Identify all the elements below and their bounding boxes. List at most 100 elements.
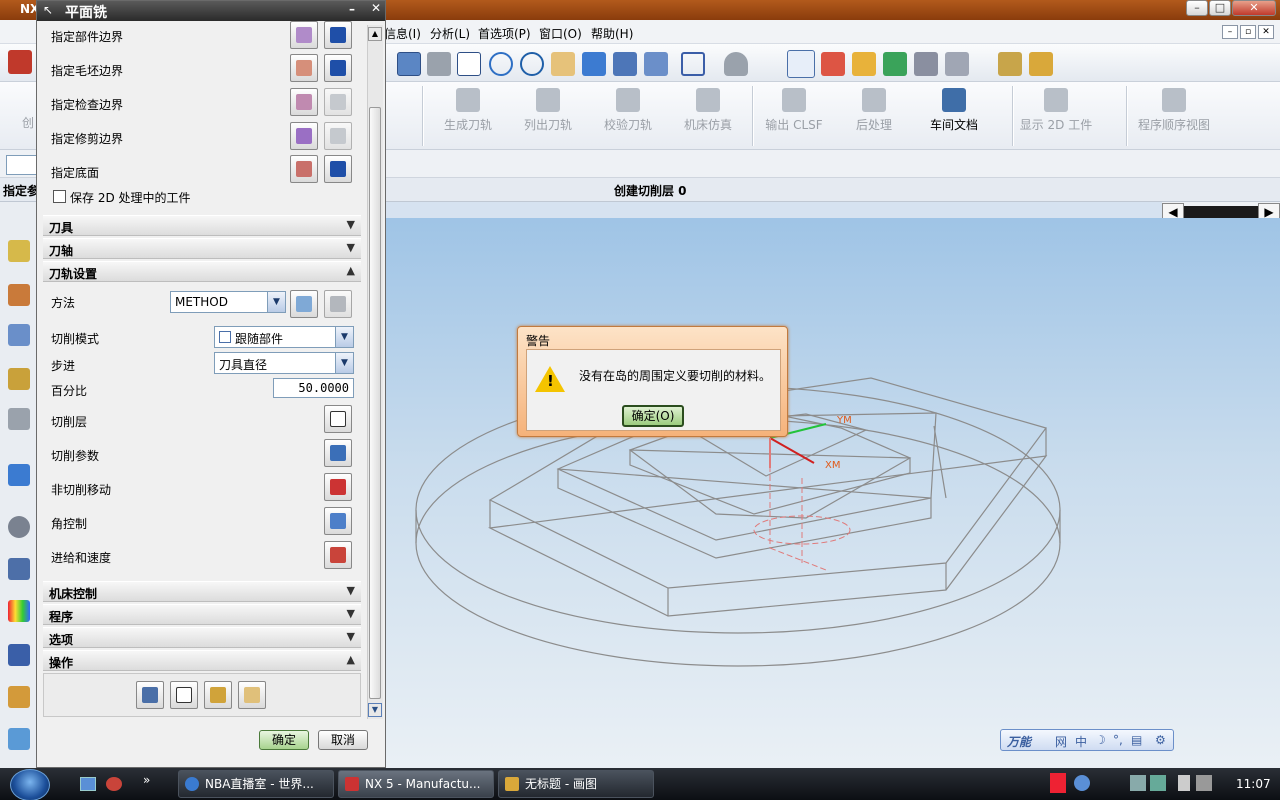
doc-minimize-button[interactable]: –: [1222, 25, 1238, 39]
blank-boundary-button[interactable]: [290, 54, 318, 82]
list-toolpath-button[interactable]: 列出刀轨: [508, 86, 588, 140]
quick-launch-icon[interactable]: [106, 777, 122, 791]
method-select[interactable]: METHOD ▼: [170, 291, 286, 313]
measure-icon[interactable]: [998, 52, 1022, 76]
trim-boundary-button[interactable]: [290, 122, 318, 150]
start-button[interactable]: [10, 769, 50, 800]
feeds-speeds-button[interactable]: [324, 541, 352, 569]
maximize-button[interactable]: □: [1209, 0, 1231, 16]
verify-action-button[interactable]: [204, 681, 232, 709]
replay-action-button[interactable]: [170, 681, 198, 709]
ruler-icon[interactable]: [1029, 52, 1053, 76]
corner-control-button[interactable]: [324, 507, 352, 535]
fit-icon[interactable]: [397, 52, 421, 76]
program-order-view-button[interactable]: 程序顺序视图: [1134, 86, 1214, 140]
postprocess-button[interactable]: 后处理: [834, 86, 914, 140]
web-icon[interactable]: [8, 728, 30, 750]
keyboard-icon[interactable]: ▤: [1131, 733, 1142, 747]
volume-icon[interactable]: [1196, 775, 1212, 791]
machine-tool-icon[interactable]: [8, 284, 30, 306]
roles-icon[interactable]: [8, 686, 30, 708]
rotate-icon[interactable]: [520, 52, 544, 76]
dialog-arrow-icon[interactable]: ↖: [43, 3, 53, 17]
list-action-button[interactable]: [238, 681, 266, 709]
generate-action-button[interactable]: [136, 681, 164, 709]
select-icon[interactable]: [914, 52, 938, 76]
warning-ok-button[interactable]: 确定(O): [622, 405, 684, 427]
non-cut-moves-button[interactable]: [324, 473, 352, 501]
percent-input[interactable]: 50.0000: [273, 378, 354, 398]
scroll-thumb[interactable]: [369, 107, 381, 699]
cut-mode-select[interactable]: 跟随部件 ▼: [214, 326, 354, 348]
section-tool-axis[interactable]: 刀轴 ▼: [43, 238, 361, 259]
save-2d-checkbox[interactable]: [53, 190, 66, 203]
blank-boundary-display-button[interactable]: [324, 54, 352, 82]
method-edit-button[interactable]: [324, 290, 352, 318]
moon-icon[interactable]: ☽: [1095, 733, 1106, 747]
view-cube-icon[interactable]: [681, 52, 705, 76]
browser-icon[interactable]: [8, 464, 30, 486]
point-icon[interactable]: [852, 52, 876, 76]
filter-icon[interactable]: [883, 52, 907, 76]
machine-simulation-button[interactable]: 机床仿真: [668, 86, 748, 140]
show-2d-workpiece-button[interactable]: 显示 2D 工件: [1016, 86, 1096, 140]
cut-levels-button[interactable]: [324, 405, 352, 433]
render-style-icon[interactable]: [724, 52, 748, 76]
section-path-settings[interactable]: 刀轨设置 ▲: [43, 261, 361, 282]
clock[interactable]: 11:07: [1236, 777, 1271, 791]
navigator-icon[interactable]: [8, 240, 30, 262]
menu-preferences[interactable]: 首选项(P): [478, 25, 531, 42]
dialog-ok-button[interactable]: 确定: [259, 730, 309, 750]
magnify-icon[interactable]: [489, 52, 513, 76]
part-boundary-display-button[interactable]: [324, 21, 352, 49]
wire-icon[interactable]: [644, 52, 668, 76]
type-filter-input[interactable]: [6, 155, 40, 175]
more-icon[interactable]: »: [143, 773, 150, 787]
tray-app-icon[interactable]: [1150, 775, 1166, 791]
punct-icon[interactable]: °,: [1113, 733, 1123, 747]
section-program[interactable]: 程序 ▼: [43, 604, 361, 625]
menu-info[interactable]: 信息(I): [384, 25, 421, 42]
scroll-track[interactable]: [1184, 206, 1258, 218]
task-paint[interactable]: 无标题 - 画图: [498, 770, 654, 798]
scroll-down-icon[interactable]: ▼: [368, 703, 382, 717]
menu-help[interactable]: 帮助(H): [591, 25, 633, 42]
method-new-button[interactable]: [290, 290, 318, 318]
section-tool[interactable]: 刀具 ▼: [43, 215, 361, 236]
cut-params-button[interactable]: [324, 439, 352, 467]
ime-settings-icon[interactable]: ⚙: [1155, 733, 1166, 747]
close-button[interactable]: ✕: [1232, 0, 1276, 16]
zoom-icon[interactable]: [457, 52, 481, 76]
snap-icon[interactable]: [821, 52, 845, 76]
dialog-scrollbar[interactable]: ▲ ▼: [367, 25, 383, 719]
layer-icon[interactable]: [945, 52, 969, 76]
ime-tray-icon[interactable]: [1050, 773, 1066, 793]
history-icon[interactable]: [8, 516, 30, 538]
dialog-close-icon[interactable]: ✕: [368, 1, 384, 19]
section-actions[interactable]: 操作 ▲: [43, 650, 361, 671]
check-boundary-display-button[interactable]: [324, 88, 352, 116]
wcs-icon[interactable]: [787, 50, 815, 78]
shop-doc-button[interactable]: 车间文档: [914, 86, 994, 140]
scroll-up-icon[interactable]: ▲: [368, 27, 382, 41]
network-icon[interactable]: [1130, 775, 1146, 791]
geometry-icon[interactable]: [8, 368, 30, 390]
menu-window[interactable]: 窗口(O): [539, 25, 582, 42]
battery-icon[interactable]: [1178, 775, 1190, 791]
trim-boundary-display-button[interactable]: [324, 122, 352, 150]
zoom-window-icon[interactable]: [427, 52, 451, 76]
verify-toolpath-button[interactable]: 校验刀轨: [588, 86, 668, 140]
operation-nav-icon[interactable]: [8, 324, 30, 346]
assembly-icon[interactable]: [8, 408, 30, 430]
dialog-minimize-icon[interactable]: –: [349, 2, 355, 16]
output-clsf-button[interactable]: 输出 CLSF: [754, 86, 834, 140]
check-boundary-button[interactable]: [290, 88, 318, 116]
show-desktop-icon[interactable]: [80, 777, 96, 791]
minimize-button[interactable]: –: [1186, 0, 1208, 16]
help-icon[interactable]: [1074, 775, 1090, 791]
ime-toolbar[interactable]: 万能 网 中 ☽ °, ▤ ⚙: [1000, 729, 1174, 751]
task-nba[interactable]: NBA直播室 - 世界...: [178, 770, 334, 798]
section-machine-control[interactable]: 机床控制 ▼: [43, 581, 361, 602]
generate-toolpath-button[interactable]: 生成刀轨: [428, 86, 508, 140]
section-options[interactable]: 选项 ▼: [43, 627, 361, 648]
